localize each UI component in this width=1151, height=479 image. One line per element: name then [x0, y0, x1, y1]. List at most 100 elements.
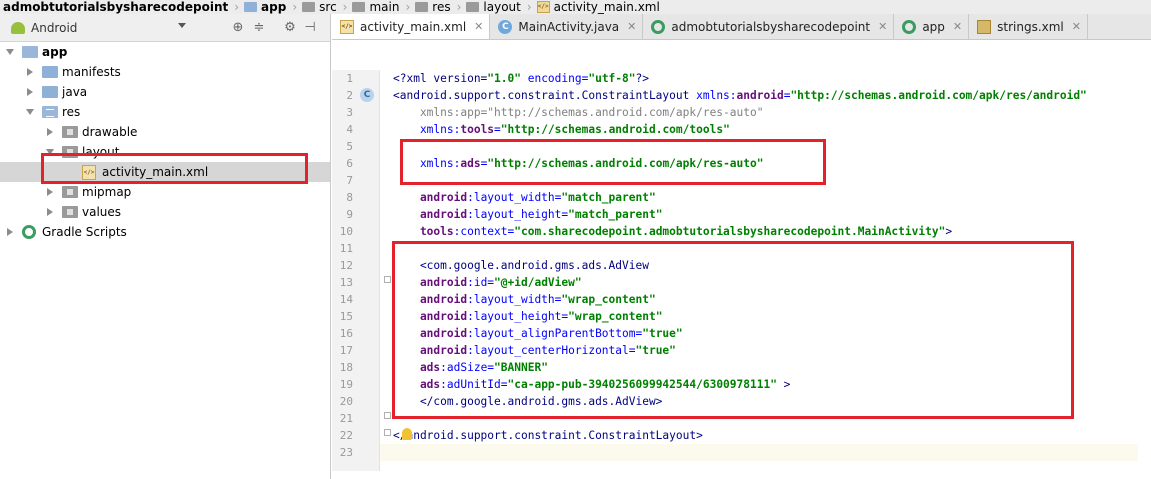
breadcrumb-separator: ›	[526, 0, 532, 14]
breadcrumb-src[interactable]: src	[299, 0, 341, 14]
highlight-box-selected-file	[41, 153, 308, 184]
breadcrumb-project-label: admobtutorialsbysharecodepoint	[3, 0, 229, 14]
code-token: "http://schemas.android.com/tools"	[500, 123, 730, 136]
tab-label: MainActivity.java	[518, 19, 620, 34]
res-folder-icon	[42, 106, 58, 118]
tab-activity-main-xml[interactable]: </> activity_main.xml ✕	[332, 14, 491, 39]
code-token: "utf-8"	[588, 72, 636, 85]
tree-item-label: mipmap	[82, 185, 132, 199]
expand-toggle-icon[interactable]	[4, 226, 16, 238]
close-icon[interactable]: ✕	[474, 20, 483, 33]
line-number: 3	[346, 106, 353, 119]
line-number: 13	[339, 276, 353, 289]
package-folder-icon	[62, 126, 78, 138]
folder-icon	[352, 2, 366, 12]
line-number: 9	[346, 208, 353, 221]
code-token: xmlns:	[696, 89, 737, 102]
class-marker-icon[interactable]: C	[360, 88, 374, 102]
fold-marker-icon[interactable]	[384, 412, 391, 419]
tree-item-java[interactable]: java	[0, 82, 330, 102]
code-token: tools	[460, 123, 495, 136]
project-view-selector[interactable]: Android	[0, 14, 200, 42]
code-token: ?>	[635, 72, 649, 85]
code-token: android	[393, 208, 468, 221]
line-number: 15	[339, 310, 353, 323]
code-token: <?xml version=	[393, 72, 488, 85]
expand-toggle-icon[interactable]	[44, 206, 56, 218]
expand-toggle-icon[interactable]	[24, 66, 36, 78]
lightbulb-icon[interactable]	[402, 428, 412, 440]
module-folder-icon	[244, 2, 258, 12]
breadcrumb-main[interactable]: main	[349, 0, 403, 14]
code-line-2: <android.support.constraint.ConstraintLa…	[393, 87, 1087, 104]
expand-toggle-icon[interactable]	[44, 186, 56, 198]
code-token: <android.support.constraint.ConstraintLa…	[393, 89, 697, 102]
tree-item-values[interactable]: values	[0, 202, 330, 222]
line-number: 4	[346, 123, 353, 136]
expand-toggle-icon[interactable]	[24, 86, 36, 98]
hide-panel-icon[interactable]: ⊣	[302, 20, 318, 36]
breadcrumb-layout-label: layout	[483, 0, 521, 14]
code-token: </android.support.constraint.ConstraintL…	[393, 429, 703, 442]
close-icon[interactable]: ✕	[953, 20, 962, 33]
line-number: 2	[346, 89, 353, 102]
settings-gear-icon[interactable]: ⚙	[282, 20, 298, 36]
breadcrumb-separator: ›	[405, 0, 411, 14]
run-config-icon	[902, 19, 917, 34]
close-icon[interactable]: ✕	[1072, 20, 1081, 33]
chevron-down-icon[interactable]	[178, 23, 186, 28]
fold-marker-icon[interactable]	[384, 276, 391, 283]
code-line-22: </android.support.constraint.ConstraintL…	[393, 427, 703, 444]
line-number: 20	[339, 395, 353, 408]
expand-toggle-icon[interactable]	[24, 106, 36, 118]
line-number: 6	[346, 157, 353, 170]
line-number: 22	[339, 429, 353, 442]
package-folder-icon	[62, 206, 78, 218]
sync-target-icon[interactable]: ⊕	[230, 20, 246, 36]
tree-item-res[interactable]: res	[0, 102, 330, 122]
code-line-3: xmlns:app="http://schemas.android.com/ap…	[393, 104, 764, 121]
fold-marker-icon[interactable]	[384, 429, 391, 436]
line-number: 14	[339, 293, 353, 306]
project-panel: Android ⊕ ≑ ⚙ ⊣ app manifests java res d…	[0, 14, 331, 479]
code-token: "com.sharecodepoint.admobtutorialsbyshar…	[514, 225, 946, 238]
breadcrumb-app[interactable]: app	[241, 0, 290, 14]
close-icon[interactable]: ✕	[878, 20, 887, 33]
expand-toggle-icon[interactable]	[44, 126, 56, 138]
breadcrumb-project[interactable]: admobtutorialsbysharecodepoint	[0, 0, 232, 14]
project-view-label: Android	[31, 20, 78, 35]
breadcrumb-res[interactable]: res	[412, 0, 454, 14]
breadcrumb-layout[interactable]: layout	[463, 0, 524, 14]
tree-item-gradle-scripts[interactable]: Gradle Scripts	[0, 222, 330, 242]
breadcrumb-src-label: src	[319, 0, 337, 14]
tab-label: strings.xml	[997, 19, 1064, 34]
breadcrumb-file[interactable]: </> activity_main.xml	[534, 0, 664, 14]
collapse-all-icon[interactable]: ≑	[251, 20, 267, 36]
code-token: "1.0"	[487, 72, 521, 85]
folder-icon	[302, 2, 316, 12]
tree-item-label: java	[62, 85, 88, 99]
tab-strings-xml[interactable]: strings.xml ✕	[969, 14, 1088, 39]
android-icon	[11, 21, 25, 34]
line-number: 18	[339, 361, 353, 374]
folder-icon	[42, 66, 58, 78]
code-token: tools	[393, 225, 454, 238]
close-icon[interactable]: ✕	[627, 20, 636, 33]
breadcrumb-res-label: res	[432, 0, 451, 14]
tree-item-drawable[interactable]: drawable	[0, 122, 330, 142]
tab-app-build[interactable]: app ✕	[894, 14, 970, 39]
tab-mainactivity-java[interactable]: C MainActivity.java ✕	[490, 14, 644, 39]
project-panel-toolbar: Android ⊕ ≑ ⚙ ⊣	[0, 14, 330, 42]
code-token: xmlns:	[393, 123, 461, 136]
expand-toggle-icon[interactable]	[4, 46, 16, 58]
code-line-23-current	[380, 444, 1138, 461]
line-number: 5	[346, 140, 353, 153]
breadcrumb: admobtutorialsbysharecodepoint › app › s…	[0, 0, 1151, 14]
tree-item-mipmap[interactable]: mipmap	[0, 182, 330, 202]
run-config-icon	[651, 19, 666, 34]
tab-label: activity_main.xml	[360, 19, 467, 34]
code-token: :layout_width=	[467, 191, 562, 204]
tab-project-build[interactable]: admobtutorialsbysharecodepoint ✕	[643, 14, 895, 39]
tree-item-manifests[interactable]: manifests	[0, 62, 330, 82]
tree-item-app[interactable]: app	[0, 42, 330, 62]
